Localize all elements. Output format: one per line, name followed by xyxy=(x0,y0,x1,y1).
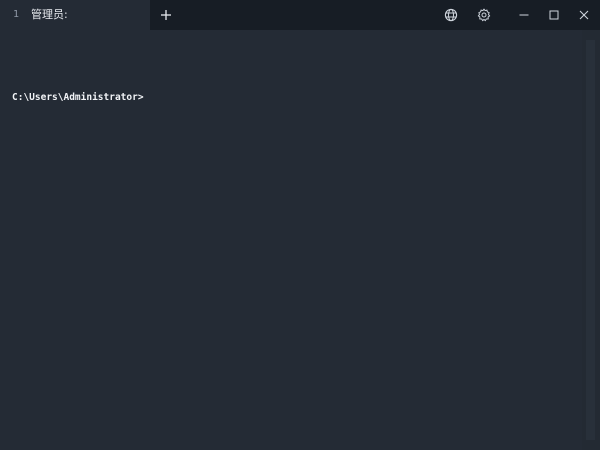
title-bar[interactable]: 1 管理员: xyxy=(0,0,600,30)
plus-icon xyxy=(161,10,171,20)
globe-icon xyxy=(444,8,458,22)
new-tab-button[interactable] xyxy=(151,0,181,30)
scrollbar-track[interactable] xyxy=(586,40,595,440)
gear-icon xyxy=(477,8,491,22)
command-prompt: C:\Users\Administrator> xyxy=(12,92,144,103)
tab-index: 1 xyxy=(13,9,20,20)
minimize-button[interactable] xyxy=(509,0,539,30)
settings-button[interactable] xyxy=(469,0,499,30)
tab-title: 管理员: xyxy=(31,8,68,21)
terminal-window: 1 管理员: C:\Users\Administrator> xyxy=(0,0,600,450)
maximize-button[interactable] xyxy=(539,0,569,30)
terminal-output[interactable]: C:\Users\Administrator> xyxy=(0,30,582,450)
close-icon xyxy=(579,10,589,20)
maximize-icon xyxy=(549,10,559,20)
minimize-icon xyxy=(519,14,529,16)
web-button[interactable] xyxy=(436,0,466,30)
tab-active[interactable]: 1 管理员: xyxy=(0,0,150,30)
vertical-scrollbar[interactable] xyxy=(582,30,600,450)
close-button[interactable] xyxy=(569,0,599,30)
